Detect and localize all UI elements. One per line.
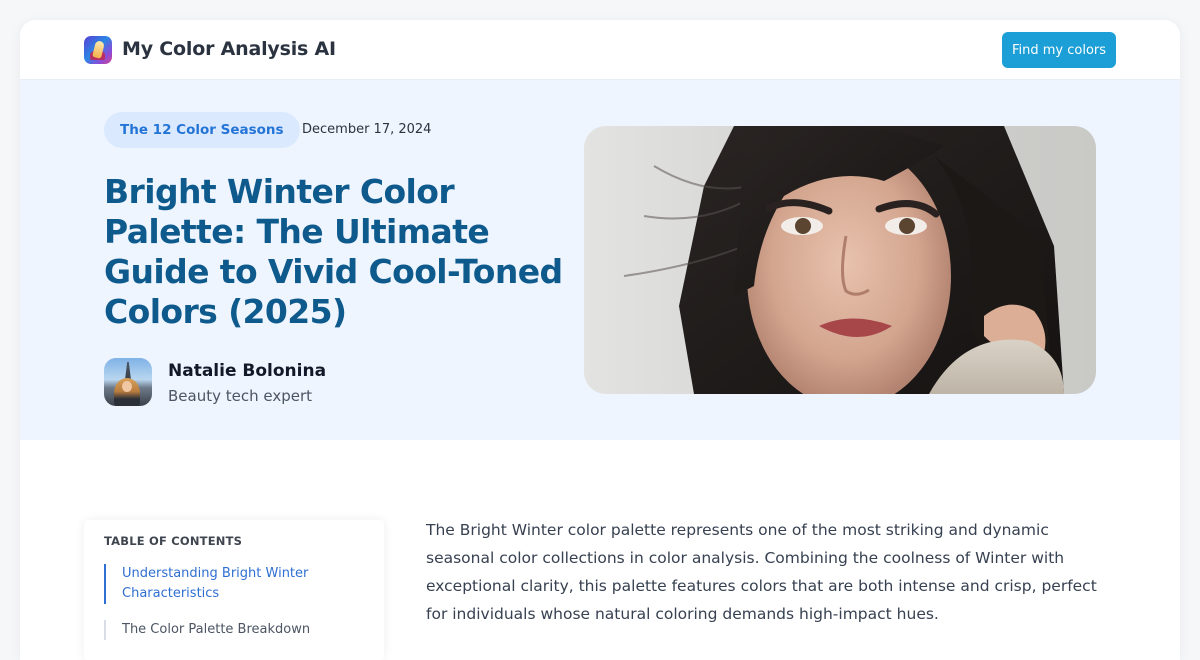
author-avatar	[104, 358, 152, 406]
article-hero: The 12 Color Seasons December 17, 2024 B…	[20, 80, 1180, 440]
left-iris-shape	[795, 218, 811, 234]
article-title: Bright Winter Color Palette: The Ultimat…	[104, 172, 563, 331]
page-card: My Color Analysis AI Find my colors The …	[20, 20, 1180, 660]
hero-portrait-image	[584, 126, 1096, 394]
publish-date: December 17, 2024	[302, 122, 432, 137]
site-brand-name[interactable]: My Color Analysis AI	[122, 38, 336, 60]
find-my-colors-button[interactable]: Find my colors	[1002, 32, 1116, 68]
avatar-face-shape	[122, 381, 132, 392]
site-header: My Color Analysis AI Find my colors	[20, 20, 1180, 80]
author-name[interactable]: Natalie Bolonina	[168, 361, 326, 381]
category-tag[interactable]: The 12 Color Seasons	[104, 112, 300, 148]
toc-item-palette-breakdown[interactable]: The Color Palette Breakdown	[104, 620, 362, 640]
right-iris-shape	[899, 218, 915, 234]
table-of-contents: TABLE OF CONTENTS Understanding Bright W…	[84, 520, 384, 660]
author-role: Beauty tech expert	[168, 387, 313, 405]
toc-heading: TABLE OF CONTENTS	[104, 534, 243, 548]
toc-item-understanding-characteristics[interactable]: Understanding Bright Winter Characterist…	[104, 564, 362, 604]
portrait-illustration	[623, 126, 1064, 394]
logo-icon[interactable]	[84, 36, 112, 64]
article-intro-paragraph: The Bright Winter color palette represen…	[426, 521, 1097, 623]
